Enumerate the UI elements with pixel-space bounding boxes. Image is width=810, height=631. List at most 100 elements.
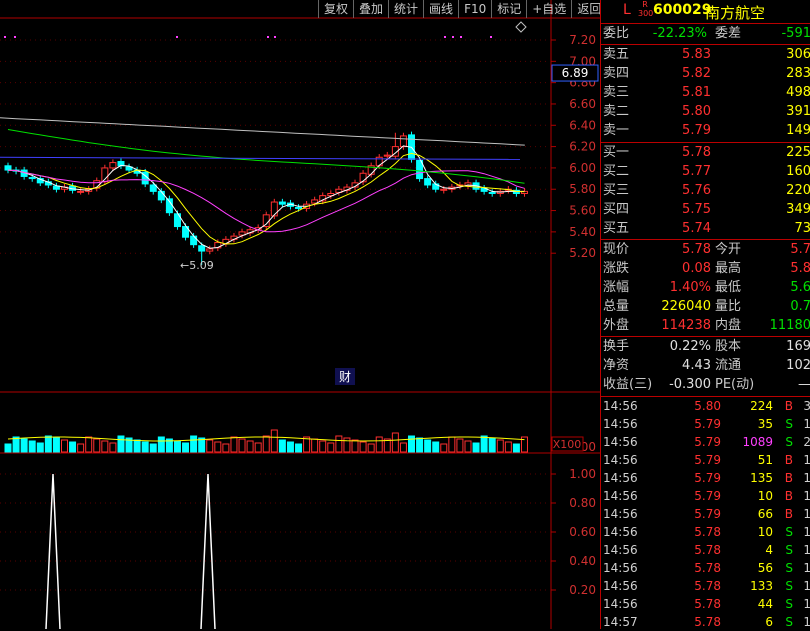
fundamental-value: 102 — [786, 358, 810, 373]
bid-level: 买四 5.75 349 — [601, 200, 810, 219]
trade-row[interactable]: 14:56 5.78 10 S 1 — [601, 523, 810, 541]
trade-row[interactable]: 14:56 5.79 35 S 1 — [601, 415, 810, 433]
trade-side: S — [785, 543, 793, 557]
trade-volume: 44 — [757, 597, 773, 611]
volume-bar — [327, 442, 335, 453]
signal-dot — [274, 36, 276, 38]
stat-value: 11180 — [769, 318, 810, 333]
trade-count: 1 — [803, 561, 810, 575]
low-price-label: ←5.09 — [180, 259, 214, 272]
trade-count: 3 — [803, 399, 810, 413]
overlay-button[interactable]: 叠加 — [353, 0, 388, 18]
weicha-value: -591 — [781, 26, 810, 41]
fundamental-value: -0.300 — [669, 377, 711, 392]
trade-row[interactable]: 14:56 5.79 135 B 1 — [601, 469, 810, 487]
ask-label: 卖二 — [603, 104, 630, 119]
stat-value: 5.78 — [682, 242, 711, 257]
kline-chart[interactable]: 7.207.006.806.606.406.206.005.805.605.40… — [0, 0, 600, 629]
trade-row[interactable]: 14:56 5.79 1089 S 2 — [601, 433, 810, 451]
trade-row[interactable]: 14:56 5.78 56 S 1 — [601, 559, 810, 577]
stock-code: 600029 — [653, 2, 712, 18]
stat-row: 涨跌 0.08 最高 5.8 — [601, 259, 810, 278]
trade-time: 14:56 — [603, 543, 638, 557]
volume-bar — [254, 442, 262, 453]
weibi-value: -22.23% — [652, 26, 707, 41]
bid-price: 5.75 — [682, 202, 711, 217]
quote-header: L R 300 600029 南方航空 — [601, 0, 810, 22]
fuquan-button[interactable]: 复权 — [318, 0, 353, 18]
volume-bar — [12, 436, 20, 453]
trade-row[interactable]: 14:56 5.80 224 B 3 — [601, 397, 810, 415]
stats-button[interactable]: 统计 — [388, 0, 423, 18]
fundamental-value: 4.43 — [682, 358, 711, 373]
trade-row[interactable]: 14:56 5.79 10 B 1 — [601, 487, 810, 505]
stat-value: 0.08 — [682, 261, 711, 276]
fundamental-label: PE(动) — [715, 377, 755, 392]
trade-price: 5.78 — [694, 615, 721, 629]
volume-bar — [60, 439, 68, 453]
price-tick-label: 5.60 — [569, 204, 596, 218]
volume-bar — [488, 437, 496, 453]
trade-price: 5.79 — [694, 417, 721, 431]
weibi-row: 委比 -22.23% 委差 -591 — [601, 24, 810, 43]
ask-volume: 391 — [786, 104, 810, 119]
stat-value: 5.6 — [790, 280, 810, 295]
trade-row[interactable]: 14:56 5.78 44 S 1 — [601, 595, 810, 613]
volume-bar — [496, 439, 504, 453]
volume-bar — [472, 442, 480, 453]
volume-bar — [230, 436, 238, 453]
volume-bar — [44, 435, 52, 453]
ask-level: 卖四 5.82 283 — [601, 64, 810, 83]
trade-volume: 6 — [765, 615, 773, 629]
volume-bar — [117, 435, 125, 453]
candle-body — [440, 188, 448, 191]
trade-time: 14:56 — [603, 399, 638, 413]
trade-time: 14:56 — [603, 597, 638, 611]
ask-price: 5.79 — [682, 123, 711, 138]
bid-level: 买二 5.77 160 — [601, 162, 810, 181]
trade-time: 14:57 — [603, 615, 638, 629]
add-watchlist-button[interactable]: +自选 — [526, 0, 571, 18]
trade-row[interactable]: 14:57 5.78 6 S 1 — [601, 613, 810, 631]
ask-volume: 498 — [786, 85, 810, 100]
trade-row[interactable]: 14:56 5.78 4 S 1 — [601, 541, 810, 559]
f10-button[interactable]: F10 — [458, 0, 491, 18]
volume-bar — [149, 443, 157, 453]
current-price-label: 6.89 — [562, 66, 589, 80]
volume-bar — [512, 443, 520, 453]
fundamental-row: 收益(三) -0.300 PE(动) — — [601, 375, 810, 394]
candle-body — [109, 162, 117, 169]
weicha-label: 委差 — [715, 26, 742, 41]
stat-label: 现价 — [603, 242, 630, 257]
volume-bar — [93, 438, 101, 453]
stat-label: 涨幅 — [603, 280, 630, 295]
ask-label: 卖一 — [603, 123, 630, 138]
fundamental-row: 净资 4.43 流通 102 — [601, 356, 810, 375]
draw-line-button[interactable]: 画线 — [423, 0, 458, 18]
ask-level: 卖三 5.81 498 — [601, 83, 810, 102]
trade-row[interactable]: 14:56 5.79 66 B 1 — [601, 505, 810, 523]
trade-row[interactable]: 14:56 5.79 51 B 1 — [601, 451, 810, 469]
trade-price: 5.79 — [694, 489, 721, 503]
price-tick-label: 6.20 — [569, 140, 596, 154]
trade-count: 2 — [803, 435, 810, 449]
chart-toolbar: 复权 叠加 统计 画线 F10 标记 +自选 返回 — [318, 0, 606, 18]
mark-button[interactable]: 标记 — [491, 0, 526, 18]
volume-bar — [141, 441, 149, 453]
volume-bar — [278, 439, 286, 453]
volume-bar — [69, 441, 77, 453]
volume-bar — [101, 440, 109, 453]
trade-row[interactable]: 14:56 5.78 133 S 1 — [601, 577, 810, 595]
trade-price: 5.79 — [694, 507, 721, 521]
stat-value: 114238 — [661, 318, 711, 333]
trade-side: B — [784, 399, 793, 413]
weibi-label: 委比 — [603, 26, 630, 41]
volume-bar — [246, 440, 254, 453]
stat-value: 226040 — [661, 299, 711, 314]
stat-label: 内盘 — [715, 318, 742, 333]
volume-bar — [238, 438, 246, 453]
indicator-tick-label: 0.20 — [569, 583, 596, 597]
volume-bar — [311, 438, 319, 453]
trade-side: S — [785, 561, 793, 575]
volume-bar — [343, 437, 351, 453]
